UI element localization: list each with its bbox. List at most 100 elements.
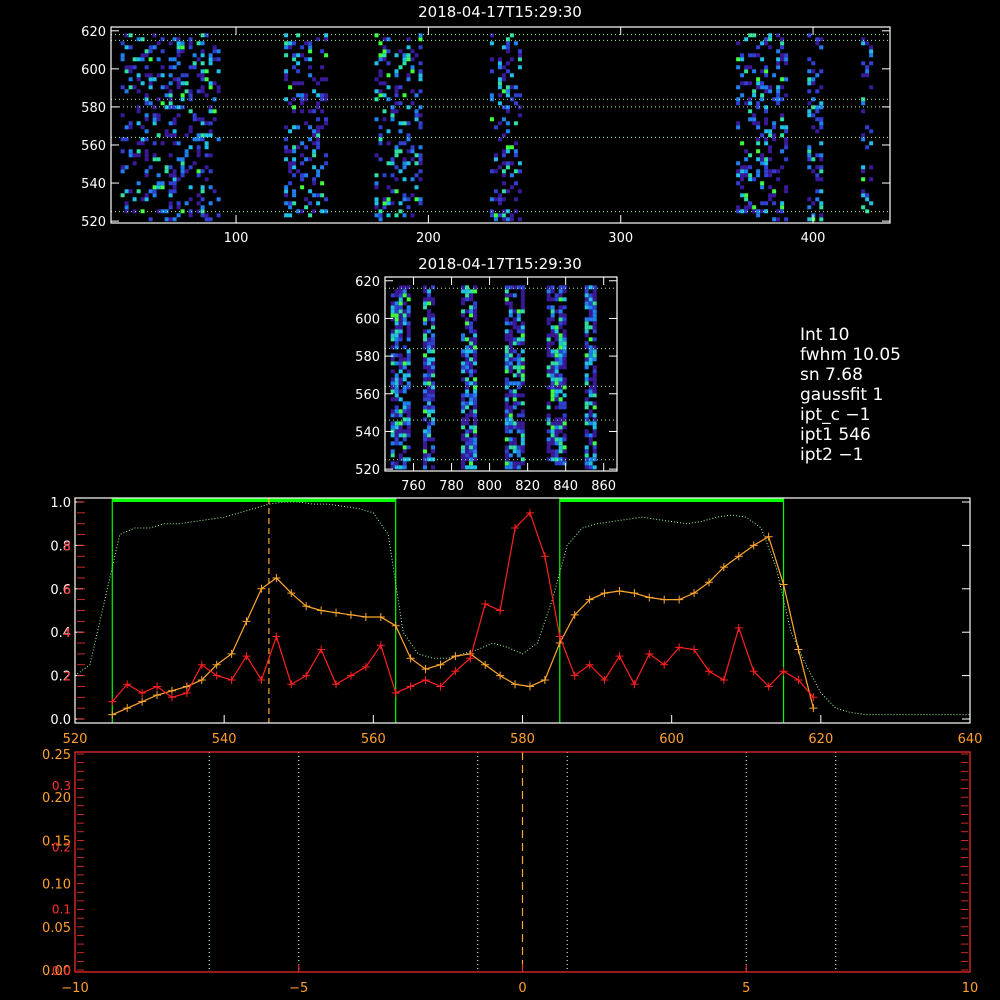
small-heatmap-cell xyxy=(558,293,563,298)
small-heatmap-cell xyxy=(558,317,563,322)
top-heatmap-cell xyxy=(776,217,781,222)
profile-point xyxy=(719,675,728,684)
small-heatmap-cell xyxy=(546,289,551,294)
top-heatmap-cell xyxy=(406,137,411,142)
top-heatmap-cell xyxy=(505,109,510,114)
top-heatmap-cell xyxy=(517,57,522,62)
small-heatmap-cell xyxy=(504,453,509,458)
top-heatmap-cell xyxy=(819,189,824,194)
small-heatmap-cell xyxy=(390,413,395,418)
top-heatmap-cell xyxy=(386,129,391,134)
top-heatmap-cell xyxy=(168,181,173,186)
top-heatmap-cell xyxy=(128,33,133,38)
top-heatmap-cell xyxy=(414,173,419,178)
top-heatmap-cell xyxy=(869,53,874,58)
top-heatmap-cell xyxy=(188,93,193,98)
small-heatmap-cell xyxy=(558,437,563,442)
top-heatmap-cell xyxy=(160,181,165,186)
small-heatmap-cell xyxy=(508,341,513,346)
small-heatmap-cell xyxy=(423,377,428,382)
small-heatmap-cell xyxy=(584,325,589,330)
small-heatmap-cell xyxy=(461,425,466,430)
top-heatmap-cell xyxy=(410,49,415,54)
top-heatmap-cell xyxy=(374,201,379,206)
small-heatmap-cell xyxy=(473,369,478,374)
profile-red-tick-label: 6 xyxy=(63,583,71,597)
profile-point xyxy=(332,680,341,689)
small-heatmap-cell xyxy=(558,417,563,422)
top-heatmap-cell xyxy=(807,77,812,82)
top-heatmap-cell xyxy=(505,189,510,194)
top-heatmap-panel: 2018-04-17T15:29:30 100 200 300 40052054056… xyxy=(81,3,891,246)
small-heatmap-cell xyxy=(431,421,436,426)
top-heatmap-cell xyxy=(497,85,502,90)
small-heatmap-cell xyxy=(473,425,478,430)
top-heatmap-cell xyxy=(296,93,301,98)
small-heatmap-cell xyxy=(550,389,555,394)
top-heatmap-cell xyxy=(216,89,221,94)
top-heatmap-cell xyxy=(152,33,157,38)
small-heatmap-cell xyxy=(562,297,567,302)
top-heatmap-cell xyxy=(501,65,506,70)
small-heatmap-cell xyxy=(562,377,567,382)
small-heatmap-cell xyxy=(431,397,436,402)
small-heatmap-cell xyxy=(588,389,593,394)
small-heatmap-cell xyxy=(398,397,403,402)
small-heatmap-cell xyxy=(550,421,555,426)
small-heatmap-cell xyxy=(427,413,432,418)
lower-ytick-label: 0.10 xyxy=(42,878,71,893)
profile-point xyxy=(645,649,654,658)
small-heatmap-cell xyxy=(469,337,474,342)
small-heatmap-cell xyxy=(554,357,559,362)
small-heatmap-cell xyxy=(394,325,399,330)
small-heatmap-cell xyxy=(469,453,474,458)
top-heatmap-cell xyxy=(188,41,193,46)
top-heatmap-cell xyxy=(819,101,824,106)
small-heatmap-cell xyxy=(588,393,593,398)
top-heatmap-cell xyxy=(740,165,745,170)
top-heatmap-cell xyxy=(764,41,769,46)
top-heatmap-cell xyxy=(410,149,415,154)
top-heatmap-cell xyxy=(176,81,181,86)
small-heatmap-cell xyxy=(473,453,478,458)
small-heatmap-cell xyxy=(584,317,589,322)
small-heatmap-cell xyxy=(592,317,597,322)
top-heatmap-cell xyxy=(288,205,293,210)
small-heatmap-cell xyxy=(394,289,399,294)
small-heatmap-cell xyxy=(465,441,470,446)
top-heatmap-cell xyxy=(756,81,761,86)
small-heatmap-cell xyxy=(427,297,432,302)
top-heatmap-cell xyxy=(164,85,169,90)
small-heatmap-cell xyxy=(592,445,597,450)
profile-point xyxy=(540,675,549,684)
top-heatmap-cell xyxy=(748,201,753,206)
top-heatmap-cell xyxy=(320,49,325,54)
top-heatmap-cell xyxy=(168,65,173,70)
small-heatmap-cell xyxy=(423,433,428,438)
top-heatmap-cell xyxy=(312,181,317,186)
top-heatmap-cell xyxy=(172,181,177,186)
profile-xtick-label: 600 xyxy=(659,732,684,747)
top-heatmap-cell xyxy=(172,217,177,222)
top-heatmap-cell xyxy=(819,141,824,146)
top-heatmap-cell xyxy=(811,125,816,130)
top-heatmap-cell xyxy=(386,61,391,66)
top-heatmap-cell xyxy=(736,125,741,130)
small-heatmap-cell xyxy=(398,317,403,322)
top-heatmap-cell xyxy=(308,73,313,78)
top-heatmap-cell xyxy=(382,201,387,206)
top-heatmap-cell xyxy=(292,41,297,46)
small-heatmap-cell xyxy=(520,393,525,398)
top-heatmap-cell xyxy=(208,153,213,158)
small-heatmap-cell xyxy=(554,397,559,402)
top-heatmap-cell xyxy=(414,153,419,158)
top-heatmap-cell xyxy=(176,41,181,46)
small-heatmap-cell xyxy=(423,449,428,454)
small-heatmap-cell xyxy=(504,377,509,382)
top-heatmap-cell xyxy=(807,217,812,222)
small-heatmap-cell xyxy=(558,441,563,446)
top-heatmap-cell xyxy=(418,161,423,166)
small-heatmap-cell xyxy=(550,341,555,346)
top-heatmap-cell xyxy=(188,97,193,102)
top-heatmap-cell xyxy=(144,193,149,198)
